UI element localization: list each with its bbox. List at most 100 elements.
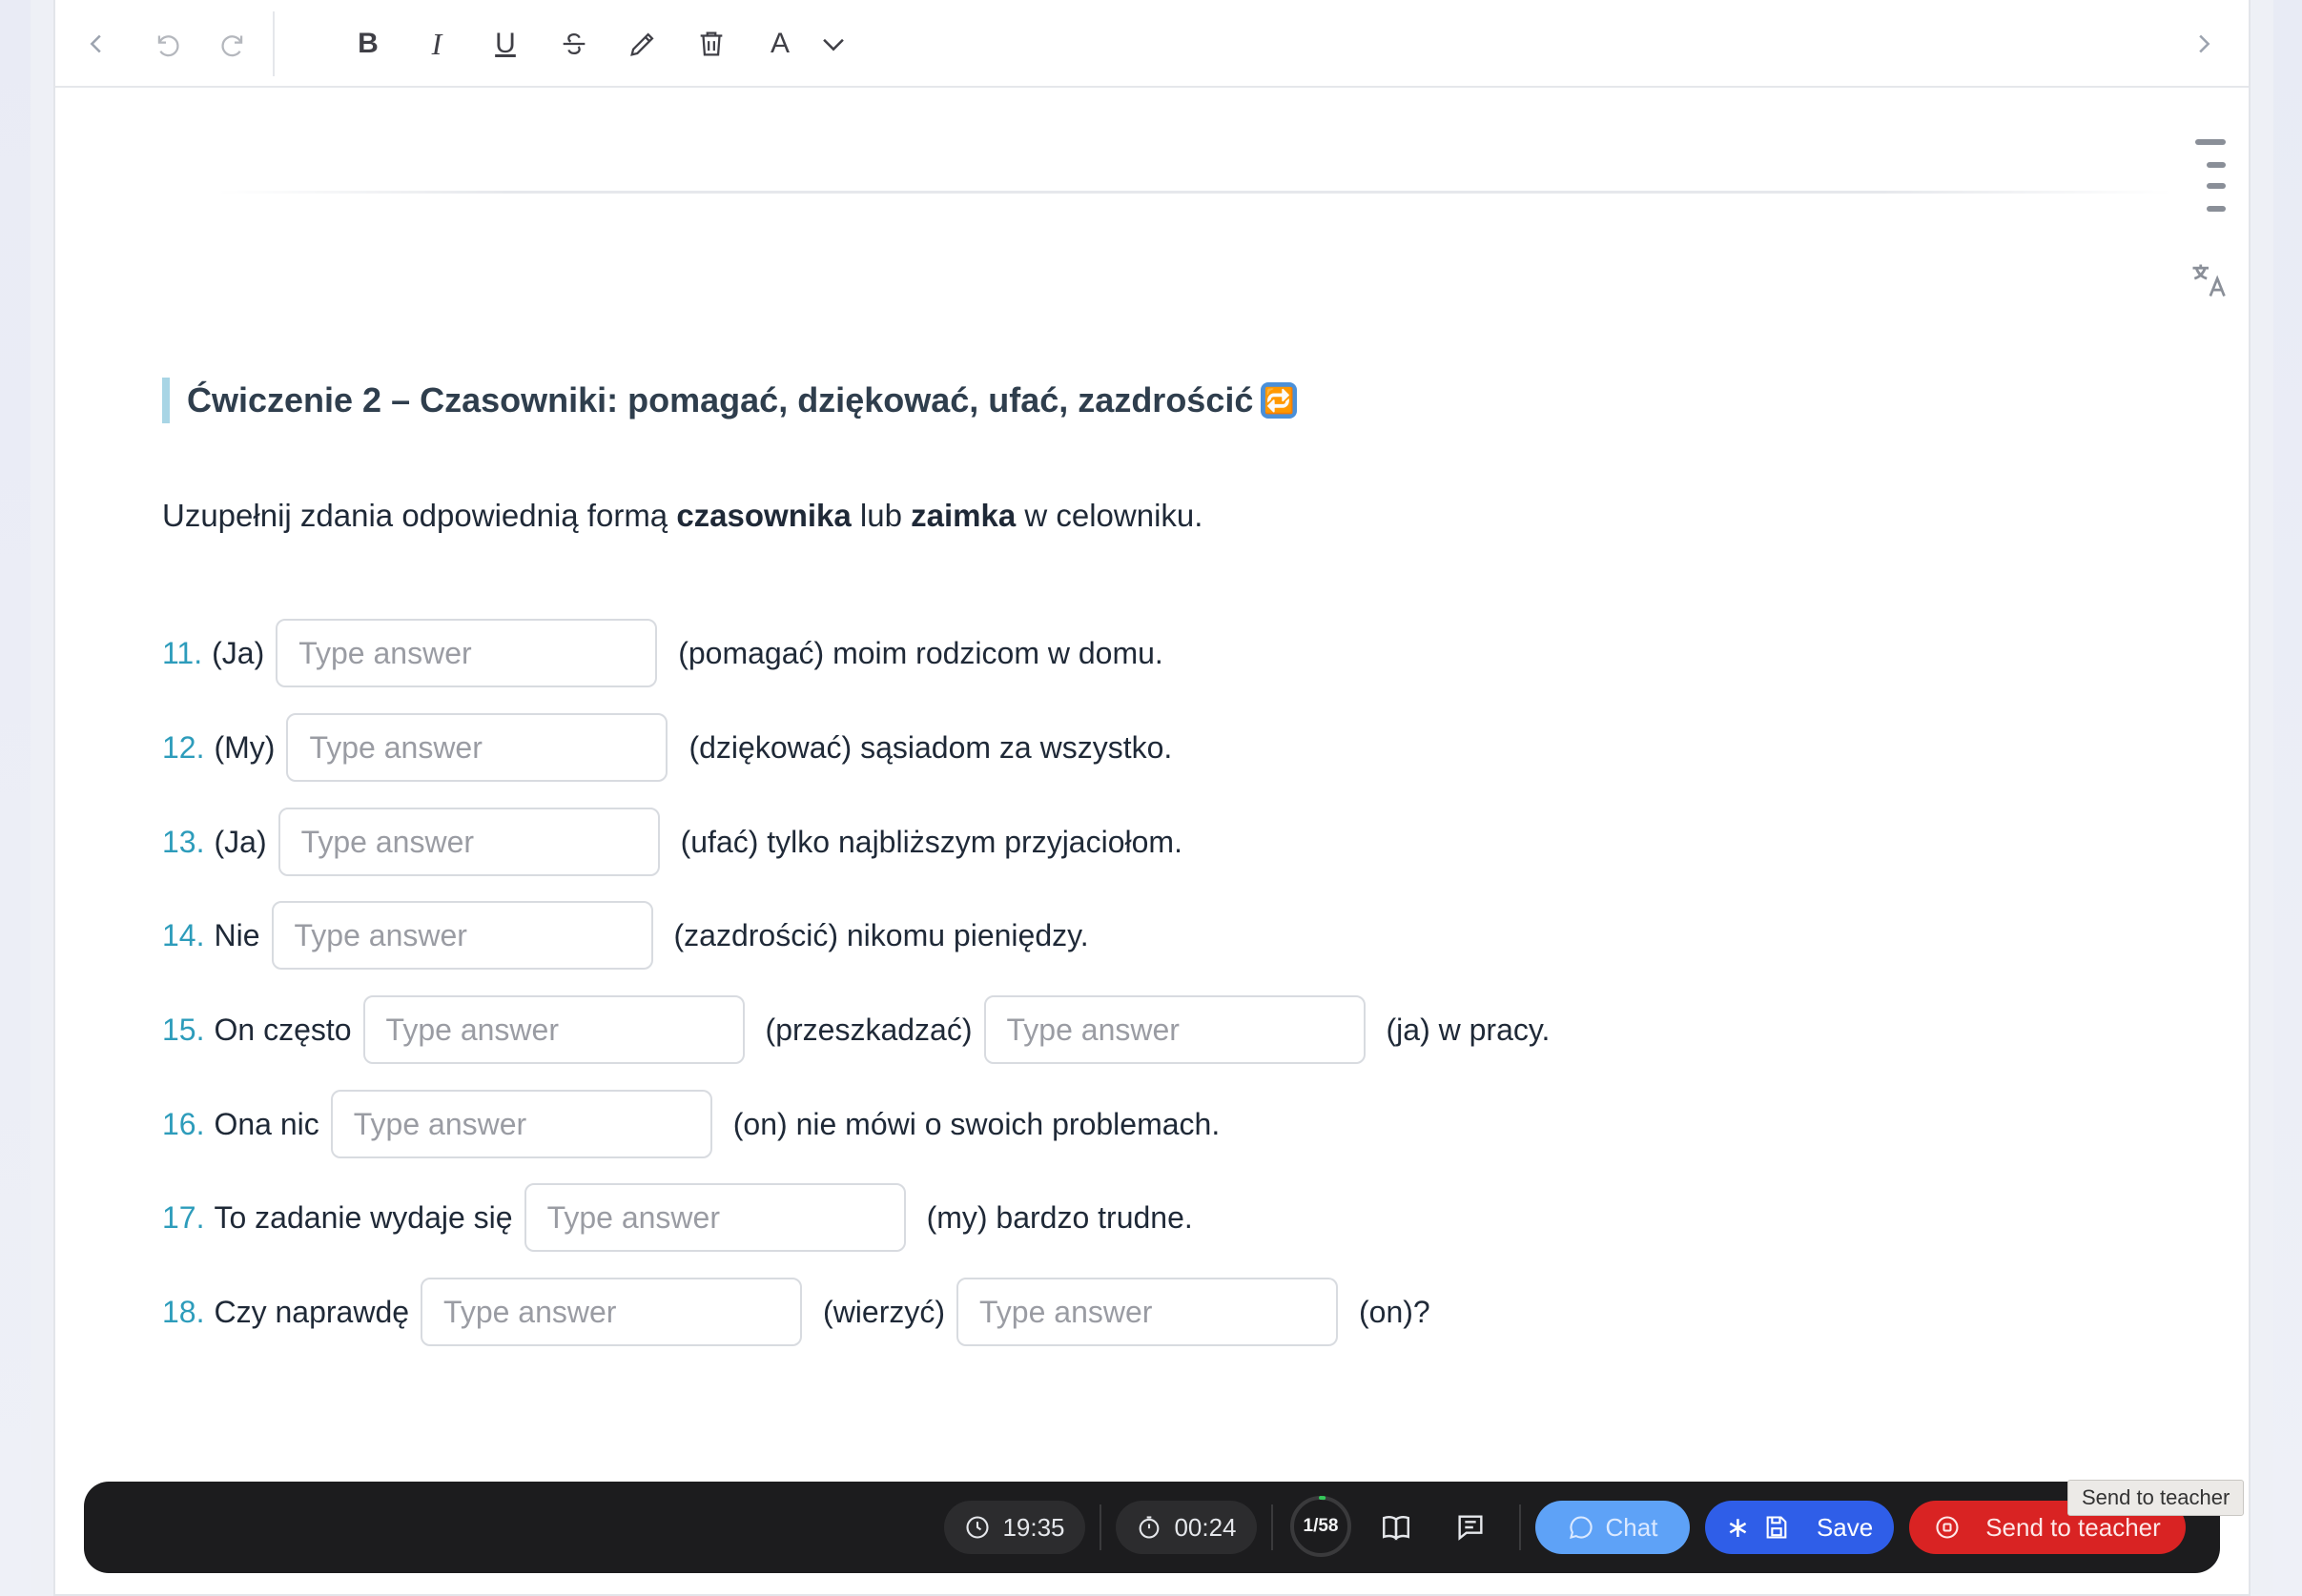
exercise-title-text: Ćwiczenie 2 – Czasowniki: pomagać, dzięk… — [187, 380, 1254, 419]
answer-input[interactable] — [362, 995, 745, 1064]
question-number: 18. — [162, 1294, 205, 1329]
font-dropdown-chevron-icon[interactable] — [811, 21, 856, 67]
question-number: 13. — [162, 824, 205, 859]
back-chevron-icon[interactable] — [74, 21, 120, 67]
bold-button[interactable]: B — [345, 21, 391, 67]
forward-chevron-icon[interactable] — [2180, 21, 2226, 67]
question-text: (przeszkadzać) — [765, 1012, 973, 1047]
timer-value: 00:24 — [1174, 1512, 1237, 1542]
bold-label: B — [358, 28, 379, 59]
highlight-pencil-button[interactable] — [620, 21, 666, 67]
answer-input-second[interactable] — [983, 995, 1366, 1064]
instruction-text: w celowniku. — [1016, 498, 1203, 533]
save-button[interactable]: ∗ Save — [1705, 1501, 1894, 1554]
question-prefix: (Ja) — [212, 635, 265, 670]
question-number: 17. — [162, 1199, 205, 1235]
bottom-action-bar: 19:35 00:24 1/58 Chat ∗ Save Send to tea… — [84, 1482, 2220, 1573]
question-row: 15. On często (przeszkadzać) (ja) w prac… — [162, 995, 1550, 1064]
answer-input[interactable] — [277, 808, 660, 876]
book-icon[interactable] — [1375, 1506, 1417, 1548]
answer-input[interactable] — [524, 1183, 906, 1252]
question-prefix: (My) — [214, 729, 276, 765]
answer-input[interactable] — [286, 713, 668, 782]
question-prefix: Czy naprawdę — [214, 1294, 410, 1329]
question-suffix: (on)? — [1359, 1294, 1430, 1329]
italic-label: I — [431, 26, 442, 61]
notes-icon[interactable] — [1449, 1506, 1491, 1548]
question-row: 18. Czy naprawdę (wierzyć) (on)? — [162, 1278, 1430, 1346]
trash-icon — [700, 31, 723, 56]
delete-button[interactable] — [689, 21, 734, 67]
section-divider — [217, 191, 2172, 194]
question-text: (zazdrościć) nikomu pieniędzy. — [673, 917, 1089, 952]
bar-divider — [1519, 1504, 1521, 1550]
instruction-text: lub — [851, 498, 912, 533]
question-text: (ufać) tylko najbliższym przyjaciołom. — [680, 824, 1182, 859]
question-row: 14. Nie (zazdrościć) nikomu pieniędzy. — [162, 901, 1089, 970]
question-row: 12. (My) (dziękować) sąsiadom za wszystk… — [162, 713, 1172, 782]
save-label: Save — [1816, 1512, 1874, 1542]
send-label: Send to teacher — [1985, 1512, 2161, 1542]
strikethrough-icon — [563, 32, 586, 55]
underline-label: U — [495, 28, 516, 59]
answer-input-second[interactable] — [956, 1278, 1339, 1346]
stop-circle-icon — [1936, 1516, 1959, 1539]
question-text: (dziękować) sąsiadom za wszystko. — [689, 729, 1173, 765]
asterisk-icon: ∗ — [1725, 1511, 1750, 1544]
exercise-title: Ćwiczenie 2 – Czasowniki: pomagać, dzięk… — [162, 378, 1298, 423]
question-prefix: To zadanie wydaje się — [214, 1199, 513, 1235]
chat-button[interactable]: Chat — [1535, 1501, 1690, 1554]
redo-icon[interactable] — [212, 21, 257, 67]
formatting-toolbar: B I U A — [55, 0, 2249, 88]
background-right — [2273, 0, 2302, 1596]
question-row: 17. To zadanie wydaje się (my) bardzo tr… — [162, 1183, 1193, 1252]
editor-card: B I U A Ćwiczenie 2 – Czasowniki: pomaga… — [53, 0, 2251, 1596]
answer-input[interactable] — [276, 619, 658, 687]
clock-icon — [966, 1516, 990, 1539]
italic-button[interactable]: I — [414, 21, 460, 67]
answer-input[interactable] — [421, 1278, 803, 1346]
chat-bubble-icon — [1569, 1516, 1593, 1539]
question-row: 13. (Ja) (ufać) tylko najbliższym przyja… — [162, 808, 1182, 876]
instruction-bold-pronoun: zaimka — [911, 498, 1017, 533]
timer-pill: 00:24 — [1116, 1501, 1257, 1554]
question-prefix: (Ja) — [214, 824, 267, 859]
font-style-label: A — [770, 28, 790, 59]
chat-label: Chat — [1605, 1512, 1658, 1542]
pencil-icon — [630, 32, 654, 56]
question-number: 11. — [162, 635, 203, 670]
question-text: (my) bardzo trudne. — [926, 1199, 1193, 1235]
undo-icon[interactable] — [143, 21, 189, 67]
outline-menu-icon[interactable] — [2191, 133, 2230, 219]
answer-input[interactable] — [271, 901, 653, 970]
background-left — [0, 0, 31, 1596]
question-number: 14. — [162, 917, 205, 952]
instruction-text: Uzupełnij zdania odpowiednią formą — [162, 498, 677, 533]
toolbar-divider — [273, 11, 275, 76]
answer-input[interactable] — [330, 1090, 712, 1158]
exercise-instruction: Uzupełnij zdania odpowiednią formą czaso… — [162, 498, 1202, 534]
clock-time: 19:35 — [1002, 1512, 1065, 1542]
question-number: 16. — [162, 1106, 205, 1141]
floppy-disk-icon — [1766, 1516, 1787, 1539]
question-suffix: (ja) w pracy. — [1386, 1012, 1551, 1047]
font-style-button[interactable]: A — [757, 21, 803, 67]
question-prefix: On często — [214, 1012, 352, 1047]
bar-divider — [1271, 1504, 1273, 1550]
question-prefix: Ona nic — [214, 1106, 319, 1141]
question-text: (pomagać) moim rodzicom w domu. — [678, 635, 1163, 670]
question-text: (wierzyć) — [823, 1294, 946, 1329]
underline-button[interactable]: U — [483, 21, 528, 67]
progress-label: 1/58 — [1303, 1516, 1339, 1536]
question-row: 16. Ona nic (on) nie mówi o swoich probl… — [162, 1090, 1220, 1158]
instruction-bold-verb: czasownika — [676, 498, 852, 533]
question-row: 11. (Ja) (pomagać) moim rodzicom w domu. — [162, 619, 1163, 687]
translate-icon[interactable] — [2188, 259, 2230, 301]
question-prefix: Nie — [214, 917, 260, 952]
strikethrough-button[interactable] — [551, 21, 597, 67]
stopwatch-icon — [1140, 1516, 1160, 1539]
question-number: 15. — [162, 1012, 205, 1047]
repeat-emoji-icon: 🔁 — [1261, 382, 1298, 419]
clock-pill: 19:35 — [944, 1501, 1085, 1554]
send-tooltip: Send to teacher — [2067, 1480, 2245, 1516]
